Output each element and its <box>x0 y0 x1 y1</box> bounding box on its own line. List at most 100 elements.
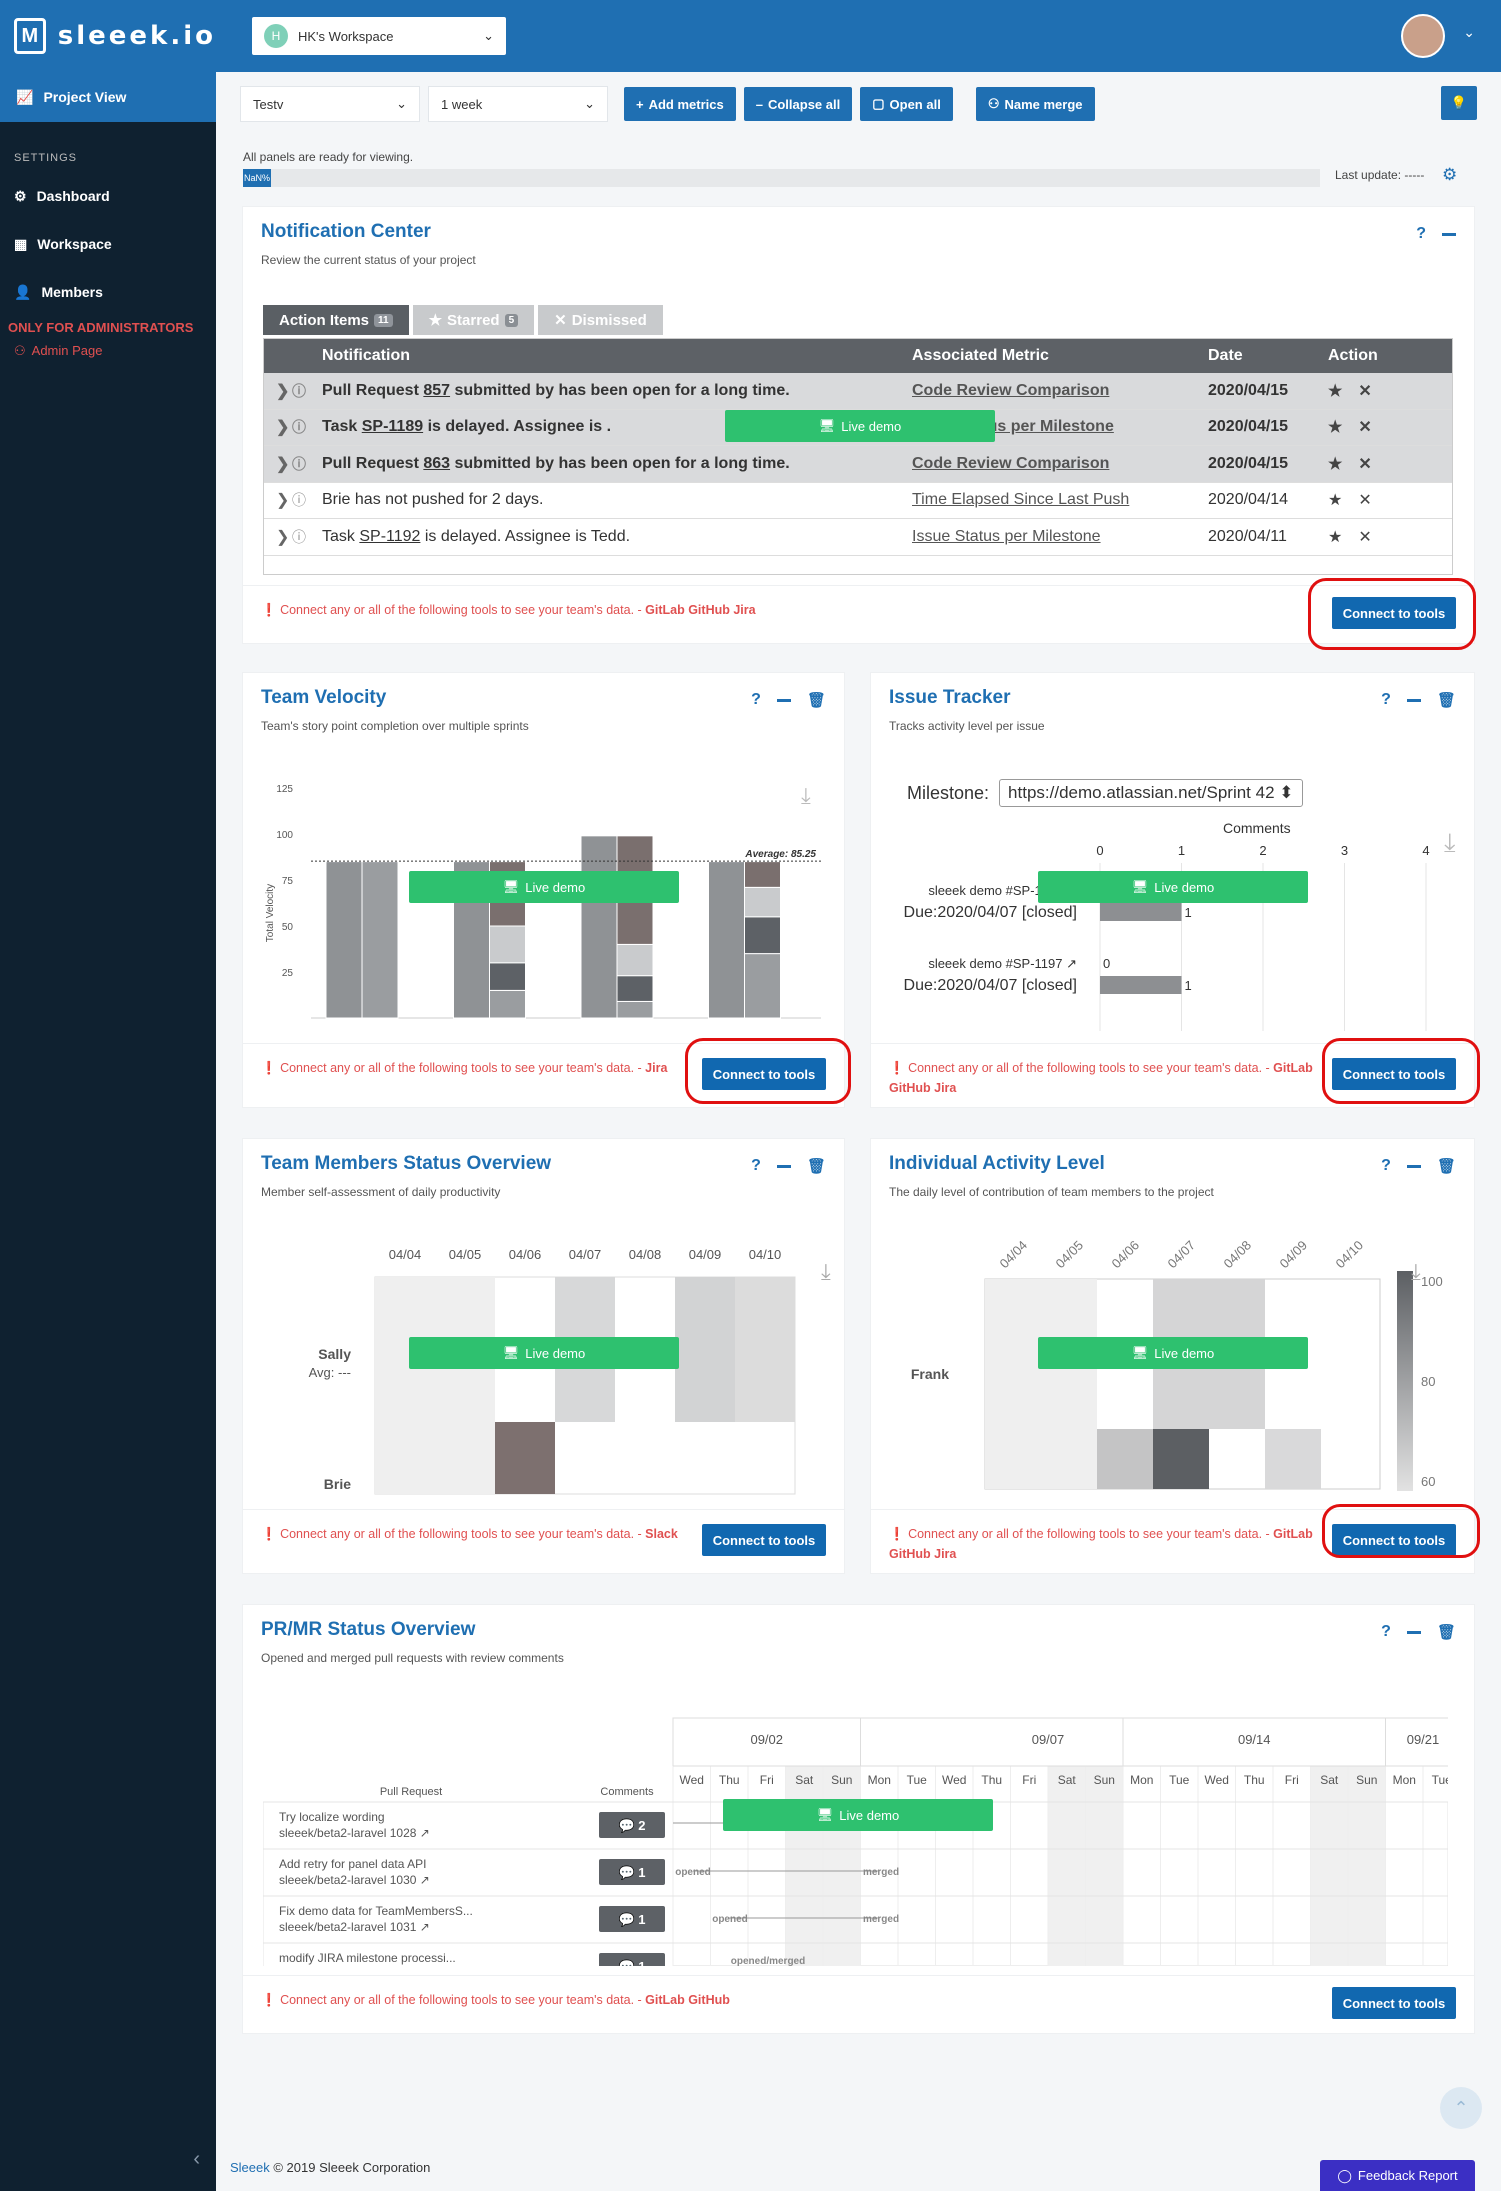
close-icon[interactable]: ✕ <box>1358 417 1371 437</box>
live-demo-badge[interactable]: 🖥 Live demo <box>723 1799 993 1831</box>
open-all-button[interactable]: ▢ Open all <box>860 87 953 121</box>
project-select[interactable]: Testv ⌄ <box>240 86 420 122</box>
gear-icon[interactable]: ⚙ <box>1442 165 1457 185</box>
close-icon[interactable]: ✕ <box>1358 527 1371 547</box>
metric-link[interactable]: Code Review Comparison <box>912 455 1208 473</box>
period-select[interactable]: 1 week ⌄ <box>428 86 608 122</box>
metric-link[interactable]: Time Elapsed Since Last Push <box>912 491 1208 509</box>
sidebar-item-members[interactable]: 👤 Members <box>0 268 216 316</box>
footer-link[interactable]: Sleeek <box>230 2160 270 2175</box>
minimize-icon[interactable] <box>1406 1630 1421 1634</box>
trash-icon[interactable]: 🗑 <box>1437 1623 1456 1641</box>
badge-label: Live demo <box>841 418 902 434</box>
live-demo-badge[interactable]: 🖥 Live demo <box>725 410 995 442</box>
help-icon[interactable]: ? <box>1416 225 1426 243</box>
download-icon: ⤓ <box>801 783 811 808</box>
tool-list: Jira <box>645 1061 668 1075</box>
monitor-icon: 🖥 <box>1131 879 1149 894</box>
brand-logo[interactable]: M sleeek.io <box>0 0 216 72</box>
issue-bar <box>1100 976 1182 994</box>
help-icon[interactable]: ? <box>1381 691 1391 709</box>
close-icon[interactable]: ✕ <box>1358 490 1371 510</box>
help-icon[interactable]: ? <box>751 691 761 709</box>
button-label: Collapse all <box>767 96 841 112</box>
day-label: Tue <box>1169 1773 1190 1787</box>
collapse-all-button[interactable]: – Collapse all <box>743 87 853 121</box>
issue-link[interactable]: 863 <box>423 455 450 472</box>
day-label: Thu <box>1244 1773 1265 1787</box>
connect-to-tools-button[interactable]: Connect to tools <box>702 1524 826 1556</box>
table-row[interactable]: ❯ ⓘ Brie has not pushed for 2 days. Time… <box>264 482 1452 519</box>
table-row[interactable]: ❯ ⓘ Task SP-1192 is delayed. Assignee is… <box>264 519 1452 556</box>
help-icon[interactable]: ? <box>1381 1623 1391 1641</box>
chevron-up-icon: ⌃ <box>1453 2097 1469 2118</box>
info-icon: ⓘ <box>292 492 306 509</box>
live-demo-badge[interactable]: 🖥 Live demo <box>1038 871 1308 903</box>
name-merge-button[interactable]: ⚇ Name merge <box>975 87 1095 121</box>
star-icon[interactable]: ★ <box>1328 381 1342 401</box>
chevron-right-icon[interactable]: ❯ <box>264 417 292 437</box>
nav-project-view[interactable]: 📈 Project View <box>0 72 216 122</box>
trash-icon[interactable]: 🗑 <box>1437 1157 1456 1175</box>
minimize-icon[interactable] <box>1406 698 1421 702</box>
table-row[interactable]: ❯ ⓘ Pull Request 863 submitted by has be… <box>264 446 1452 483</box>
live-demo-badge[interactable]: 🖥 Live demo <box>409 1337 679 1369</box>
admin-header: ONLY FOR ADMINISTRATORS <box>8 320 194 335</box>
star-icon[interactable]: ★ <box>1328 490 1342 510</box>
metric-link[interactable]: Issue Status per Milestone <box>912 528 1208 546</box>
velocity-bar <box>325 861 363 1019</box>
sidebar-item-admin[interactable]: ⚇ Admin Page <box>0 343 216 359</box>
minimize-icon[interactable] <box>776 698 791 702</box>
sidebar-item-dashboard[interactable]: ⚙ Dashboard <box>0 172 216 220</box>
minimize-icon[interactable] <box>776 1164 791 1168</box>
chevron-right-icon[interactable]: ❯ <box>264 454 292 474</box>
issue-link[interactable]: 857 <box>423 382 450 399</box>
close-icon[interactable]: ✕ <box>1358 381 1371 401</box>
panel-footer: ❗ Connect any or all of the following to… <box>871 1504 1480 1573</box>
close-icon[interactable]: ✕ <box>1358 454 1371 474</box>
chevron-right-icon[interactable]: ❯ <box>264 381 292 401</box>
star-icon[interactable]: ★ <box>1328 527 1342 547</box>
live-demo-badge[interactable]: 🖥 Live demo <box>409 871 679 903</box>
metric-link[interactable]: Code Review Comparison <box>912 382 1208 400</box>
help-icon[interactable]: ? <box>751 1157 761 1175</box>
trash-icon[interactable]: 🗑 <box>807 1157 826 1175</box>
trash-icon[interactable]: 🗑 <box>807 691 826 709</box>
connect-warning: ❗ Connect any or all of the following to… <box>261 1524 691 1544</box>
star-icon[interactable]: ★ <box>1328 417 1342 437</box>
trash-icon[interactable]: 🗑 <box>1437 691 1456 709</box>
chevron-right-icon[interactable]: ❯ <box>264 527 292 547</box>
help-icon[interactable]: ? <box>1381 1157 1391 1175</box>
star-icon[interactable]: ★ <box>1328 454 1342 474</box>
user-avatar[interactable] <box>1401 14 1445 58</box>
day-label: Sat <box>1320 1773 1339 1787</box>
sidebar-item-workspace[interactable]: ▦ Workspace <box>0 220 216 268</box>
issue-link[interactable]: SP-1192 <box>359 528 420 545</box>
alert-icon: ❗ <box>261 603 277 617</box>
tab-starred[interactable]: ★ Starred 5 <box>412 305 535 335</box>
minimize-icon[interactable] <box>1442 232 1456 236</box>
connect-to-tools-button[interactable]: Connect to tools <box>1332 1987 1456 2019</box>
table-row[interactable]: ❯ ⓘ Pull Request 857 submitted by has be… <box>264 373 1452 410</box>
panel-title: Issue Tracker <box>889 687 1011 708</box>
tab-dismissed[interactable]: ✕ Dismissed <box>538 305 663 335</box>
day-label: Fri <box>1022 1773 1036 1787</box>
milestone-select[interactable]: https://demo.atlassian.net/Sprint 42 ⬍ <box>999 779 1303 807</box>
workspace-select[interactable]: H HK's Workspace ⌄ <box>252 17 506 55</box>
scroll-to-top-button[interactable]: ⌃ <box>1440 2087 1482 2129</box>
issue-link[interactable]: SP-1189 <box>362 418 423 435</box>
live-demo-badge[interactable]: 🖥 Live demo <box>1038 1337 1308 1369</box>
day-label: Wed <box>942 1773 966 1787</box>
velocity-segment <box>361 861 399 1019</box>
feedback-report-button[interactable]: ◯ Feedback Report <box>1320 2160 1475 2191</box>
minimize-icon[interactable] <box>1406 1164 1421 1168</box>
date-label: 04/06 <box>509 1247 542 1262</box>
connect-warning: ❗ Connect any or all of the following to… <box>261 600 756 620</box>
individual-activity-panel: Individual Activity Level The daily leve… <box>870 1138 1480 1574</box>
add-metrics-button[interactable]: + Add metrics <box>624 87 736 121</box>
tab-action-items[interactable]: Action Items 11 <box>263 305 409 335</box>
lightbulb-button[interactable]: 💡 <box>1441 86 1477 120</box>
collapse-sidebar-icon[interactable]: ‹ <box>193 2148 200 2171</box>
chevron-down-icon[interactable]: ⌄ <box>1463 24 1475 41</box>
chevron-right-icon[interactable]: ❯ <box>264 490 292 510</box>
